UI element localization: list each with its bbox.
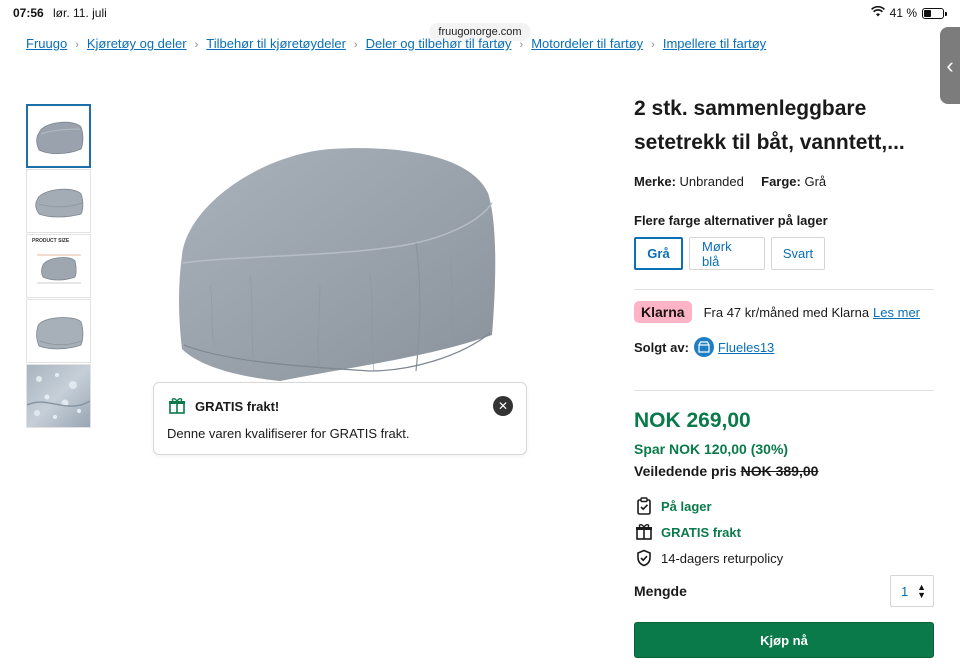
feature-label: På lager <box>661 498 712 514</box>
rrp-label: Veiledende pris <box>634 463 737 479</box>
thumbnail-5[interactable] <box>26 364 91 428</box>
thumbnail-2[interactable] <box>26 169 91 233</box>
thumbnail-1[interactable] <box>26 104 91 168</box>
color-label: Farge: <box>761 174 801 189</box>
breadcrumb-item-vehicles[interactable]: Kjøretøy og deler <box>87 36 187 51</box>
battery-percent: 41 % <box>889 6 917 20</box>
breadcrumb-item-vessel-parts[interactable]: Deler og tilbehør til fartøy <box>366 36 512 51</box>
status-right: 41 % <box>870 5 947 20</box>
color-options: Grå Mørk blå Svart <box>634 237 825 270</box>
chevron-left-icon: ‹ <box>946 52 954 78</box>
toast-title: GRATIS frakt! <box>195 399 280 414</box>
divider <box>634 289 934 290</box>
klarna-text: Fra 47 kr/måned med Klarna <box>703 304 870 320</box>
klarna-read-more-link[interactable]: Les mer <box>873 305 920 320</box>
toast-message: Denne varen kvalifiserer for GRATIS frak… <box>167 426 410 441</box>
breadcrumb-item-vehicle-parts-accessories[interactable]: Tilbehør til kjøretøydeler <box>206 36 346 51</box>
chevron-updown-icon: ▲ ▼ <box>917 582 926 600</box>
close-icon[interactable]: ✕ <box>493 396 513 416</box>
seller-row: Solgt av: Flueles13 <box>634 337 774 357</box>
savings-text: Spar NOK 120,00 (30%) <box>634 441 789 457</box>
seller-label: Solgt av: <box>634 339 689 355</box>
feature-return-policy: 14-dagers returpolicy <box>634 548 783 568</box>
brand-label: Merke: <box>634 174 676 189</box>
product-meta: Merke: Unbranded Farge: Grå <box>634 174 826 189</box>
klarna-row: Klarna Fra 47 kr/måned med Klarna Les me… <box>634 301 920 323</box>
quantity-select[interactable]: 1 ▲ ▼ <box>890 575 934 607</box>
feature-label: 14-dagers returpolicy <box>661 550 784 566</box>
recommended-price: Veiledende pris NOK 389,00 <box>634 463 818 479</box>
chevron-right-icon: › <box>75 39 79 51</box>
feature-free-shipping: GRATIS frakt <box>634 522 741 542</box>
status-date: lør. 11. juli <box>53 6 107 20</box>
brand-value: Unbranded <box>679 174 744 189</box>
quantity-value: 1 <box>901 583 909 599</box>
color-option-gray[interactable]: Grå <box>634 237 683 270</box>
color-option-black[interactable]: Svart <box>771 237 825 270</box>
shield-check-icon <box>634 548 654 568</box>
divider <box>634 390 934 391</box>
thumbnail-label: PRODUCT SIZE <box>32 238 70 244</box>
color-option-dark-blue[interactable]: Mørk blå <box>689 237 765 270</box>
battery-icon <box>922 7 947 19</box>
main-product-image[interactable] <box>170 135 510 395</box>
chevron-right-icon: › <box>353 39 358 51</box>
gift-icon <box>634 522 654 542</box>
rrp-value: NOK 389,00 <box>740 463 819 479</box>
gift-icon <box>168 397 186 420</box>
breadcrumb-item-impellers[interactable]: Impellere til fartøy <box>663 36 766 51</box>
wifi-icon <box>870 5 885 20</box>
side-panel-tab[interactable]: ‹ <box>940 27 960 104</box>
thumbnail-gallery: PRODUCT SIZE <box>26 104 91 429</box>
status-time: 07:56 <box>13 6 44 20</box>
chevron-right-icon: › <box>519 39 524 51</box>
price: NOK 269,00 <box>634 409 751 432</box>
free-shipping-toast: GRATIS frakt! ✕ Denne varen kvalifiserer… <box>153 382 527 455</box>
feature-label: GRATIS frakt <box>661 524 741 540</box>
seller-link[interactable]: Flueles13 <box>718 340 774 355</box>
clipboard-check-icon <box>634 496 654 516</box>
product-title: 2 stk. sammenleggbare setetrekk til båt,… <box>634 97 905 154</box>
thumbnail-3[interactable]: PRODUCT SIZE <box>26 234 91 298</box>
klarna-logo: Klarna <box>634 301 692 323</box>
breadcrumb: Fruugo › Kjøretøy og deler › Tilbehør til kj… <box>26 33 786 51</box>
breadcrumb-item-engine-parts[interactable]: Motordeler til fartøy <box>531 36 643 51</box>
color-options-heading: Flere farge alternativer på lager <box>634 213 828 228</box>
feature-in-stock: På lager <box>634 496 712 516</box>
quantity-label: Mengde <box>634 583 687 599</box>
chevron-right-icon: › <box>651 39 655 51</box>
color-value: Grå <box>804 174 827 189</box>
thumbnail-4[interactable] <box>26 299 91 363</box>
chevron-right-icon: › <box>194 39 199 51</box>
breadcrumb-item-fruugo[interactable]: Fruugo <box>26 36 67 51</box>
buy-now-button[interactable]: Kjøp nå <box>634 622 934 658</box>
store-icon <box>693 337 714 357</box>
